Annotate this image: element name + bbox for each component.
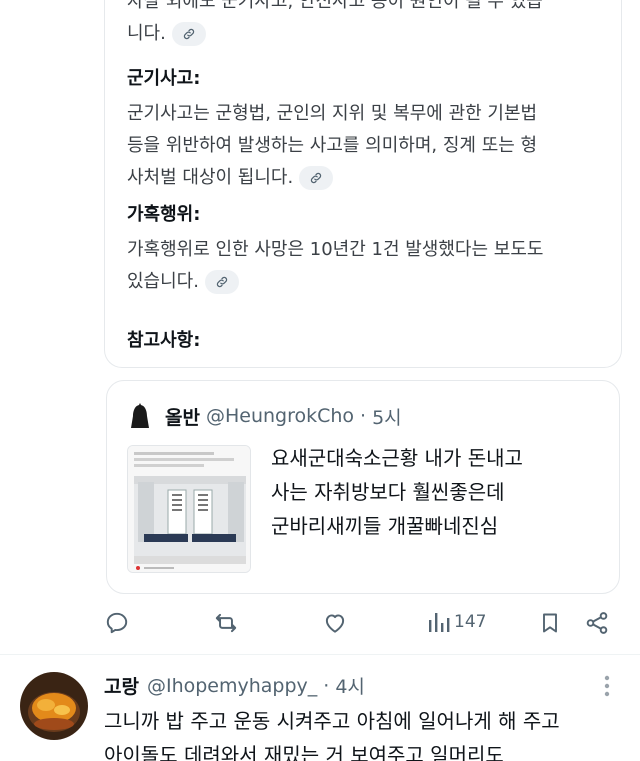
media-thumbnail[interactable] <box>127 445 251 573</box>
more-icon[interactable] <box>600 674 614 702</box>
page: 자살 외에도 군기사고, 안전사고 등이 원인이 될 수 있습 니다. 군기사고… <box>0 0 640 761</box>
views-button[interactable]: 147 <box>428 610 486 634</box>
answer-line: 등을 위반하여 발생하는 사고를 의미하며, 징계 또는 형 <box>127 135 538 156</box>
author-name[interactable]: 올반 <box>165 403 200 430</box>
answer-paragraph-2: 군기사고는 군형법, 군인의 지위 및 복무에 관한 기본법 등을 위반하여 발… <box>127 98 603 194</box>
section-heading: 가혹행위: <box>127 204 201 225</box>
quote-line: 군바리새끼들 개꿀빠네진심 <box>271 514 499 538</box>
link-icon[interactable] <box>204 270 239 294</box>
reply-header: 고랑 @Ihopemyhappy_ · 4시 <box>104 672 365 699</box>
action-bar: 147 <box>100 606 624 642</box>
retweet-icon[interactable] <box>212 610 240 636</box>
answer-line-text: 있습니다. <box>127 271 199 292</box>
author-handle[interactable]: @Ihopemyhappy_ <box>147 675 317 697</box>
author-handle[interactable]: @HeungrokCho <box>206 405 354 427</box>
quote-line: 요새군대숙소근황 내가 돈내고 <box>271 446 523 470</box>
separator-dot: · <box>323 674 330 697</box>
answer-line: 자살 외에도 군기사고, 안전사고 등이 원인이 될 수 있습 <box>127 0 543 12</box>
section-heading: 군기사고: <box>127 68 201 89</box>
answer-paragraph-1: 자살 외에도 군기사고, 안전사고 등이 원인이 될 수 있습 니다. <box>127 0 603 50</box>
answer-card: 자살 외에도 군기사고, 안전사고 등이 원인이 될 수 있습 니다. 군기사고… <box>104 0 622 368</box>
answer-line-text: 사처벌 대상이 됩니다. <box>127 167 294 188</box>
views-icon <box>429 613 450 632</box>
author-name[interactable]: 고랑 <box>104 672 139 699</box>
bookmark-icon[interactable] <box>538 610 562 636</box>
separator-dot: · <box>360 405 367 427</box>
reply-line: 아이돌도 데려와서 재밌는 거 보여주고 일머리도 <box>104 743 504 761</box>
timestamp[interactable]: 4시 <box>335 672 365 699</box>
share-icon[interactable] <box>584 610 610 636</box>
quote-header: 올반 @HeungrokCho · 5시 <box>125 401 402 431</box>
section-heading: 참고사항: <box>127 330 201 351</box>
views-count: 147 <box>454 612 487 632</box>
quote-tweet-card[interactable]: 올반 @HeungrokCho · 5시 요새군대숙소근황 내가 돈내고 사는 … <box>106 380 620 594</box>
answer-paragraph-3: 가혹행위로 인한 사망은 10년간 1건 발생했다는 보도도 있습니다. <box>127 234 603 298</box>
divider <box>0 654 640 655</box>
answer-line-text: 니다. <box>127 23 166 44</box>
answer-line: 니다. <box>127 18 603 50</box>
answer-line: 사처벌 대상이 됩니다. <box>127 162 603 194</box>
answer-line: 군기사고는 군형법, 군인의 지위 및 복무에 관한 기본법 <box>127 103 538 124</box>
quote-line: 사는 자취방보다 훨씬좋은데 <box>271 480 505 504</box>
link-icon[interactable] <box>299 166 334 190</box>
reply-line: 그니까 밥 주고 운동 시켜주고 아침에 일어나게 해 주고 <box>104 709 560 733</box>
avatar[interactable] <box>125 401 155 431</box>
quote-text: 요새군대숙소근황 내가 돈내고 사는 자취방보다 훨씬좋은데 군바리새끼들 개꿀… <box>271 441 601 543</box>
avatar[interactable] <box>20 672 88 740</box>
reply-text: 그니까 밥 주고 운동 시켜주고 아침에 일어나게 해 주고 아이돌도 데려와서… <box>104 704 634 761</box>
timestamp[interactable]: 5시 <box>372 403 402 430</box>
answer-line: 있습니다. <box>127 266 603 298</box>
heart-icon[interactable] <box>322 610 348 636</box>
answer-line: 가혹행위로 인한 사망은 10년간 1건 발생했다는 보도도 <box>127 239 544 260</box>
link-icon[interactable] <box>171 22 206 46</box>
reply-icon[interactable] <box>104 610 130 636</box>
